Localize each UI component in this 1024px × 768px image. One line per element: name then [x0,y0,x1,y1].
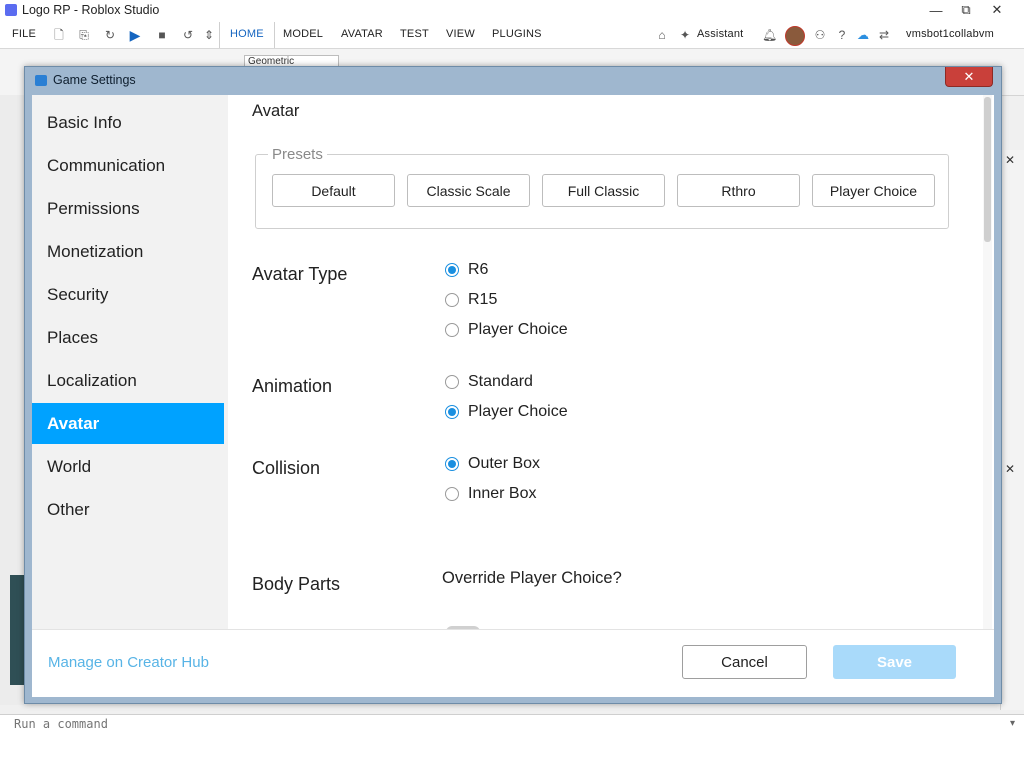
dialog-title: Game Settings [53,73,136,87]
preset-default-button[interactable]: Default [272,174,395,207]
nav-avatar[interactable]: Avatar [32,403,224,444]
nav-monetization[interactable]: Monetization [32,231,224,272]
dialog-footer: Manage on Creator Hub Cancel Save [32,629,994,697]
radio-checked-icon[interactable] [445,405,459,419]
nav-localization[interactable]: Localization [32,360,224,401]
body-parts-label: Body Parts [252,574,341,594]
stop-icon[interactable]: ■ [155,28,169,42]
radio-collision-outer-box[interactable]: Outer Box [445,455,540,473]
preset-classic-scale-button[interactable]: Classic Scale [407,174,530,207]
menu-bar: FILE 🗋 ⎘ ↻ ▶ ■ ↺ ⇕ HOME MODEL AVATAR TES… [0,22,1024,49]
nav-world[interactable]: World [32,446,224,487]
close-window-button[interactable]: ✕ [981,0,1013,20]
tab-plugins[interactable]: PLUGINS [492,28,542,40]
maximize-button[interactable]: ⧉ [950,0,982,20]
dialog-body: Basic Info Communication Permissions Mon… [32,95,994,697]
roblox-studio-icon [35,75,47,86]
game-settings-dialog: Game Settings ✕ Basic Info Communication… [24,66,1002,704]
presets-label: Presets [268,146,327,163]
panel-close-icon[interactable]: ✕ [1005,153,1015,167]
settings-nav: Basic Info Communication Permissions Mon… [32,95,228,629]
preset-rthro-button[interactable]: Rthro [677,174,800,207]
panel-close-icon[interactable]: ✕ [1005,462,1015,476]
radio-unchecked-icon[interactable] [445,323,459,337]
radio-checked-icon[interactable] [445,263,459,277]
notification-bell-icon[interactable]: 🔔︎ [762,28,777,42]
radio-label: Standard [468,373,533,390]
collision-label: Collision [252,458,321,478]
nav-basic-info[interactable]: Basic Info [32,102,224,143]
scrollbar-thumb[interactable] [984,97,991,242]
tab-model[interactable]: MODEL [283,28,323,40]
save-button[interactable]: Save [833,645,956,679]
dialog-title-bar: Game Settings ✕ [25,67,1001,93]
tab-avatar[interactable]: AVATAR [341,28,383,40]
tab-view[interactable]: VIEW [446,28,475,40]
radio-animation-standard[interactable]: Standard [445,373,533,391]
radio-animation-player-choice[interactable]: Player Choice [445,403,568,421]
command-dropdown-icon[interactable]: ▾ [1010,718,1015,729]
undo-icon[interactable]: ↺ [181,28,195,42]
status-area [0,737,1024,768]
play-icon[interactable]: ▶ [128,28,142,42]
dialog-close-button[interactable]: ✕ [945,67,993,87]
username[interactable]: vmsbot1collabvm [906,28,994,40]
nav-permissions[interactable]: Permissions [32,188,224,229]
roblox-studio-icon [5,4,17,16]
preset-full-classic-button[interactable]: Full Classic [542,174,665,207]
title-bar: Logo RP - Roblox Studio — ⧉ ✕ [0,0,1024,23]
cloud-icon[interactable]: ☁ [856,28,870,42]
nav-communication[interactable]: Communication [32,145,224,186]
override-player-choice-label: Override Player Choice? [442,569,622,587]
background-right-panel: ✕ ✕ [1000,150,1024,710]
radio-label: Outer Box [468,455,541,472]
background-dark-panel [10,575,24,685]
radio-label: R15 [468,291,498,308]
quick-access-dropdown-icon[interactable]: ⇕ [202,28,216,42]
avatar-type-label: Avatar Type [252,264,348,284]
radio-checked-icon[interactable] [445,457,459,471]
assistant-sparkle-icon[interactable]: ✦ [678,28,692,42]
manage-creator-hub-link[interactable]: Manage on Creator Hub [48,654,209,671]
avatar-settings-panel: Avatar Presets Default Classic Scale Ful… [228,95,994,634]
share-icon[interactable]: ⇄ [877,28,891,42]
radio-collision-inner-box[interactable]: Inner Box [445,485,536,503]
command-input[interactable] [8,715,1014,733]
radio-label: Inner Box [468,485,537,502]
nav-other[interactable]: Other [32,489,224,530]
assistant-button[interactable]: Assistant [697,28,743,40]
avatar[interactable] [785,26,805,46]
tab-home[interactable]: HOME [230,28,264,40]
animation-label: Animation [252,376,333,396]
add-friend-icon[interactable]: ⚇ [813,28,827,42]
section-title: Avatar [252,102,300,120]
menu-file[interactable]: FILE [12,28,36,40]
new-file-icon[interactable]: 🗋 [52,28,66,42]
radio-label: R6 [468,261,489,278]
radio-unchecked-icon[interactable] [445,375,459,389]
radio-unchecked-icon[interactable] [445,487,459,501]
preset-player-choice-button[interactable]: Player Choice [812,174,935,207]
window-title: Logo RP - Roblox Studio [22,3,160,17]
open-file-icon[interactable]: ⎘ [77,28,91,42]
redo-icon[interactable]: ↻ [103,28,117,42]
radio-avatar-type-r6[interactable]: R6 [445,261,488,279]
minimize-button[interactable]: — [920,0,952,20]
help-icon[interactable]: ? [835,28,849,42]
home-icon[interactable]: ⌂ [655,28,669,42]
radio-label: Player Choice [468,403,568,420]
cancel-button[interactable]: Cancel [682,645,807,679]
nav-places[interactable]: Places [32,317,224,358]
radio-avatar-type-player-choice[interactable]: Player Choice [445,321,568,339]
radio-label: Player Choice [468,321,568,338]
tab-test[interactable]: TEST [400,28,429,40]
radio-avatar-type-r15[interactable]: R15 [445,291,497,309]
nav-security[interactable]: Security [32,274,224,315]
radio-unchecked-icon[interactable] [445,293,459,307]
